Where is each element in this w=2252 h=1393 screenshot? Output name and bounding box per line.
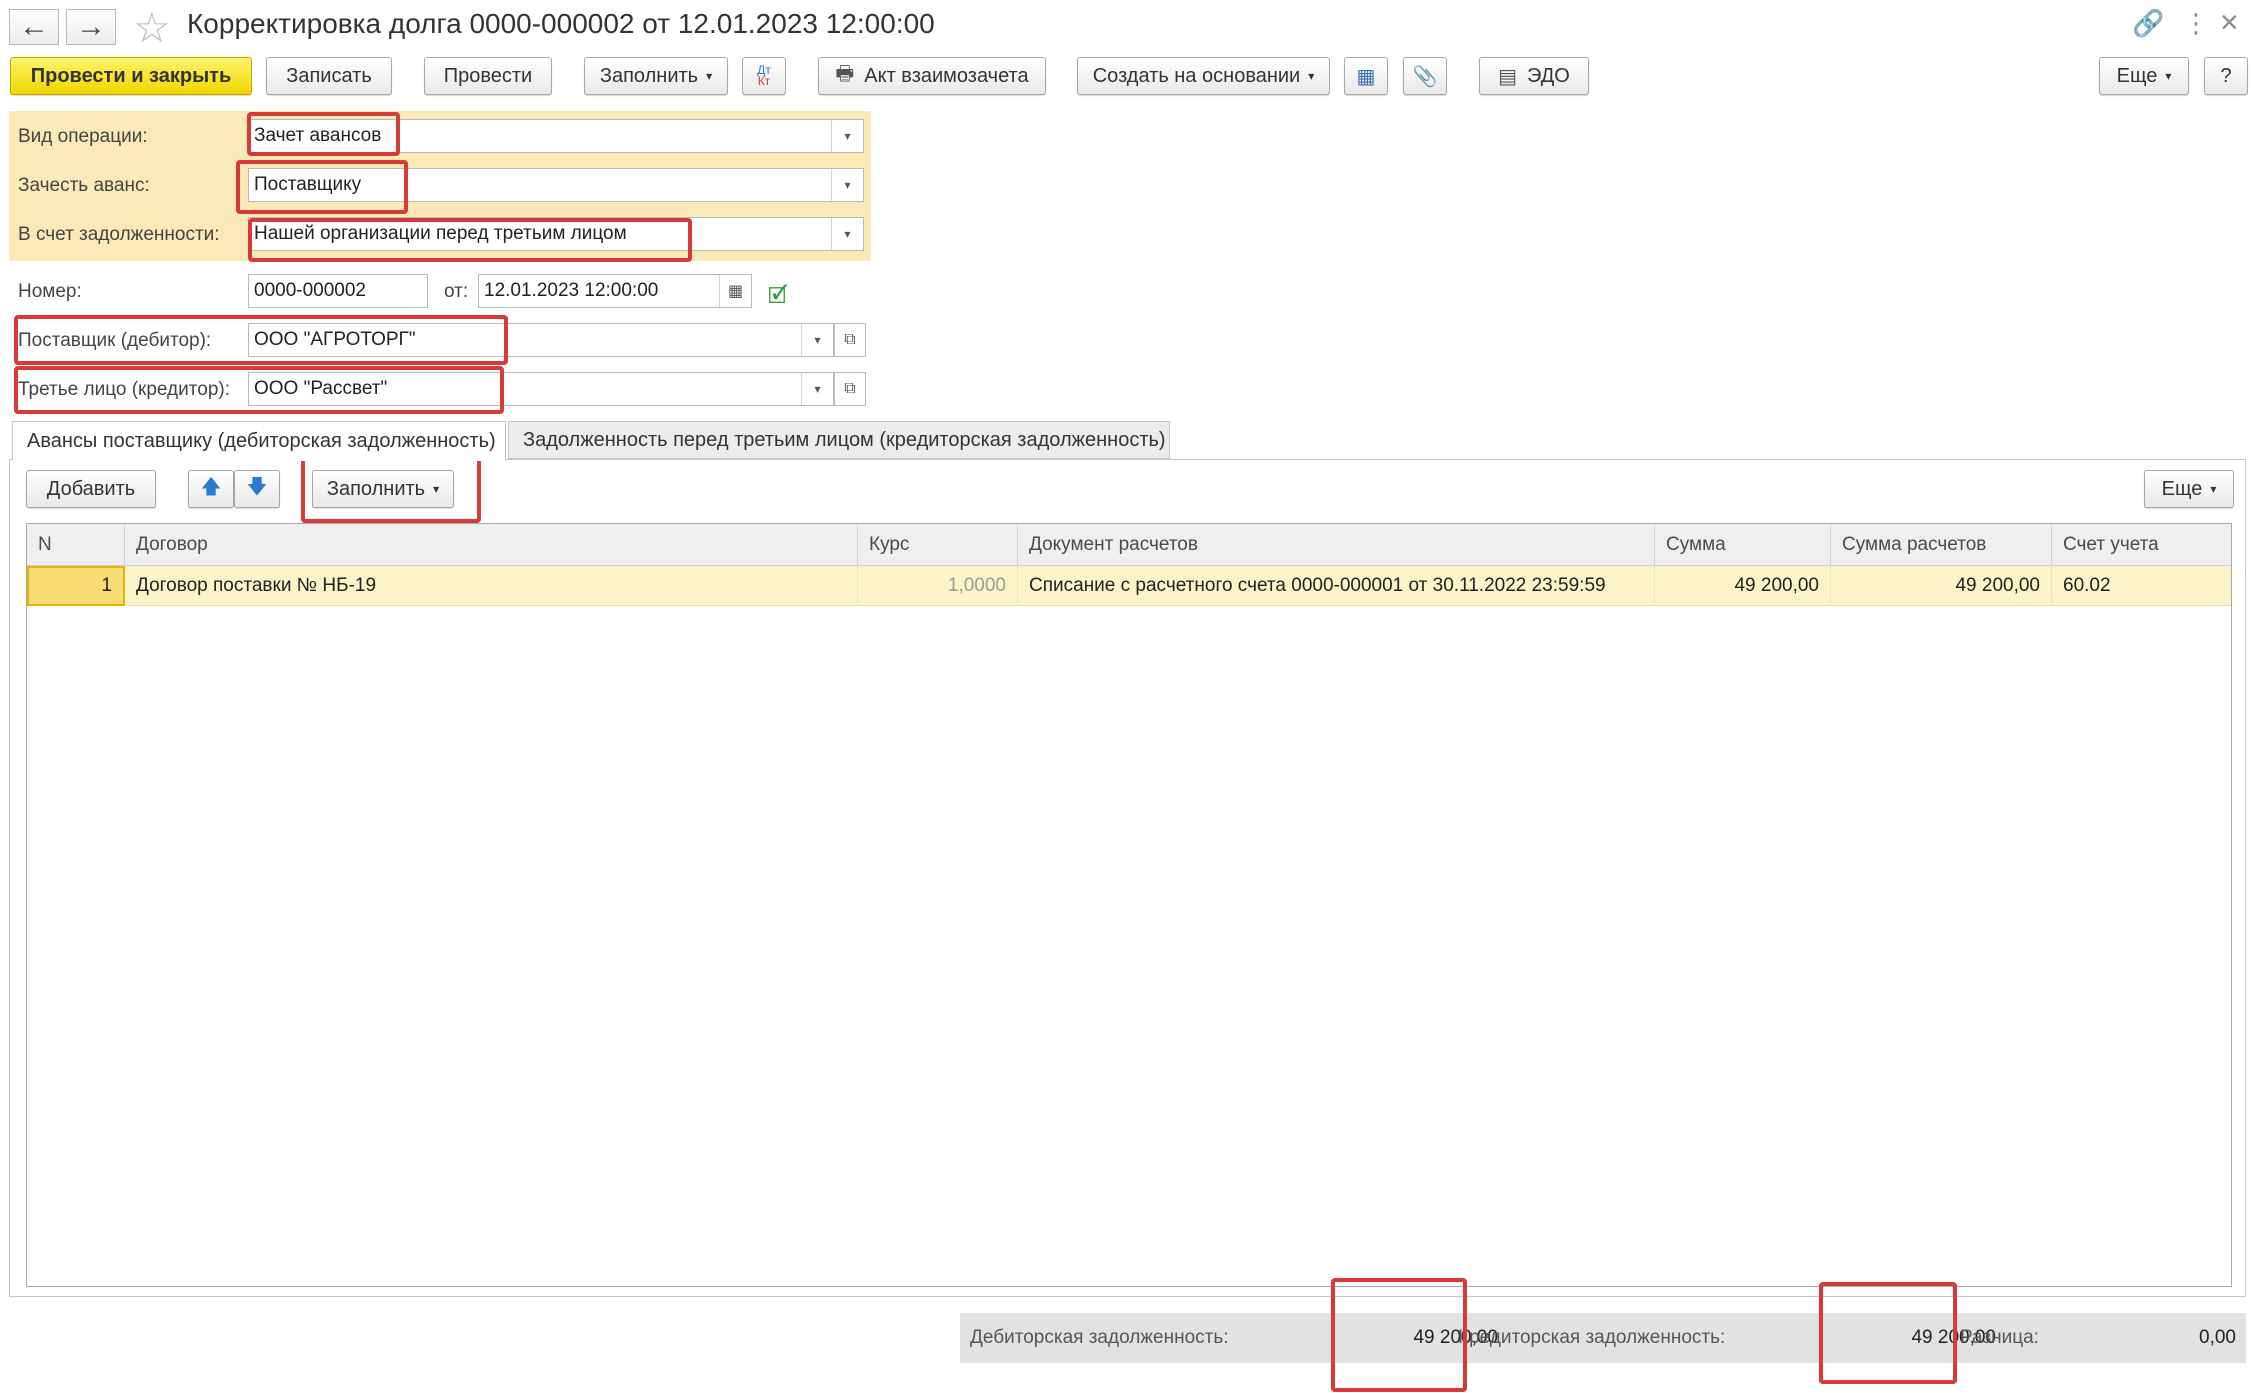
col-header-document[interactable]: Документ расчетов: [1018, 524, 1655, 566]
debit-debt-label: Дебиторская задолженность:: [970, 1327, 1229, 1348]
annotation-box: [14, 315, 508, 365]
number-label: Номер:: [18, 281, 82, 302]
move-down-button[interactable]: 🡇: [234, 470, 280, 508]
cell-document[interactable]: Списание с расчетного счета 0000-000001 …: [1018, 566, 1655, 606]
operation-label: Вид операции:: [18, 126, 148, 147]
arrow-left-icon: ←: [19, 10, 49, 43]
more-button[interactable]: Еще ▾: [2099, 57, 2189, 95]
attachments-button[interactable]: 📎: [1403, 57, 1447, 95]
totals-bar: Дебиторская задолженность: 49 200,00 Кре…: [960, 1313, 2246, 1363]
tab-third-party-debt[interactable]: Задолженность перед третьим лицом (креди…: [508, 421, 1170, 459]
col-header-settlement-sum[interactable]: Сумма расчетов: [1831, 524, 2052, 566]
edo-icon: ▤: [1498, 65, 1518, 88]
cell-rate[interactable]: 1,0000: [858, 566, 1018, 606]
annotation-box: [247, 112, 400, 156]
debt-type-label: В счет задолженности:: [18, 224, 220, 245]
col-header-account[interactable]: Счет учета: [2052, 524, 2231, 566]
col-header-contract[interactable]: Договор: [125, 524, 858, 566]
more-vertical-icon[interactable]: ⋮: [2183, 8, 2209, 39]
dt-kt-button[interactable]: Дт Кт: [742, 57, 786, 95]
paperclip-icon: 📎: [1412, 65, 1438, 88]
annotation-box: [14, 366, 504, 414]
chevron-down-icon[interactable]: ▾: [801, 324, 833, 356]
act-offset-button[interactable]: 🖶 Акт взаимозачета: [818, 57, 1046, 95]
arrow-down-icon: 🡇: [246, 476, 268, 498]
cell-sum[interactable]: 49 200,00: [1655, 566, 1831, 606]
open-window-icon: ⧉: [844, 331, 856, 348]
move-up-button[interactable]: 🡅: [188, 470, 234, 508]
page-title: Корректировка долга 0000-000002 от 12.01…: [187, 8, 935, 39]
post-button[interactable]: Провести: [424, 57, 552, 95]
annotation-box: [1819, 1282, 1957, 1384]
close-icon[interactable]: ×: [2220, 4, 2239, 41]
chevron-down-icon[interactable]: ▾: [831, 169, 863, 201]
arrow-right-icon: →: [76, 10, 106, 43]
chevron-down-icon[interactable]: ▾: [831, 120, 863, 152]
chevron-down-icon[interactable]: ▾: [831, 218, 863, 250]
help-button[interactable]: ?: [2204, 57, 2248, 95]
create-based-on-button[interactable]: Создать на основании ▾: [1077, 57, 1330, 95]
credit-debt-label: Кредиторская задолженность:: [1458, 1327, 1726, 1348]
cell-contract[interactable]: Договор поставки № НБ-19: [125, 566, 858, 606]
caret-down-icon: ▾: [2165, 69, 2172, 83]
offset-advance-label: Зачесть аванс:: [18, 175, 150, 196]
number-field[interactable]: 0000-000002: [248, 274, 428, 308]
open-window-icon: ⧉: [844, 380, 856, 397]
annotation-box: [301, 456, 481, 523]
tab-advances-supplier[interactable]: Авансы поставщику (дебиторская задолженн…: [12, 421, 506, 461]
annotation-box: [1331, 1278, 1467, 1392]
save-button[interactable]: Записать: [266, 57, 392, 95]
annotation-box: [248, 218, 692, 262]
table-more-button[interactable]: Еще ▾: [2144, 470, 2234, 508]
calendar-icon[interactable]: ▦: [719, 275, 751, 307]
arrow-up-icon: 🡅: [200, 476, 222, 498]
caret-down-icon: ▾: [1308, 69, 1315, 83]
open-supplier-button[interactable]: ⧉: [834, 323, 866, 357]
caret-down-icon: ▾: [2210, 482, 2217, 496]
printer-icon: 🖶: [835, 63, 855, 85]
date-field[interactable]: 12.01.2023 12:00:00 ▦: [478, 274, 752, 308]
chevron-down-icon[interactable]: ▾: [801, 373, 833, 405]
date-label: от:: [444, 281, 469, 302]
structure-button[interactable]: ▦: [1344, 57, 1388, 95]
advances-table: N Договор Курс Документ расчетов Сумма С…: [26, 523, 2232, 1287]
col-header-n[interactable]: N: [27, 524, 125, 566]
favorite-star-icon[interactable]: ☆: [133, 3, 171, 52]
add-row-button[interactable]: Добавить: [26, 470, 156, 508]
annotation-box: [236, 160, 408, 214]
forward-button[interactable]: →: [66, 9, 116, 45]
dt-kt-icon-bottom: Кт: [757, 74, 771, 88]
link-icon[interactable]: 🔗: [2132, 8, 2164, 39]
fill-menu-button[interactable]: Заполнить ▾: [584, 57, 728, 95]
difference-value: 0,00: [2199, 1327, 2236, 1348]
edo-button[interactable]: ▤ ЭДО: [1479, 57, 1589, 95]
structure-icon: ▦: [1356, 65, 1376, 88]
cell-settlement-sum[interactable]: 49 200,00: [1831, 566, 2052, 606]
table-header: N Договор Курс Документ расчетов Сумма С…: [27, 524, 2231, 566]
back-button[interactable]: ←: [9, 9, 59, 45]
difference-label: Разница:: [1960, 1327, 2039, 1348]
posted-status-icon: 🗹: [768, 283, 788, 308]
caret-down-icon: ▾: [706, 69, 713, 83]
col-header-rate[interactable]: Курс: [858, 524, 1018, 566]
cell-n[interactable]: 1: [27, 566, 125, 606]
post-and-close-button[interactable]: Провести и закрыть: [10, 57, 252, 95]
col-header-sum[interactable]: Сумма: [1655, 524, 1831, 566]
cell-account[interactable]: 60.02: [2052, 566, 2231, 606]
table-row[interactable]: 1 Договор поставки № НБ-19 1,0000 Списан…: [27, 566, 2231, 606]
open-third-party-button[interactable]: ⧉: [834, 372, 866, 406]
